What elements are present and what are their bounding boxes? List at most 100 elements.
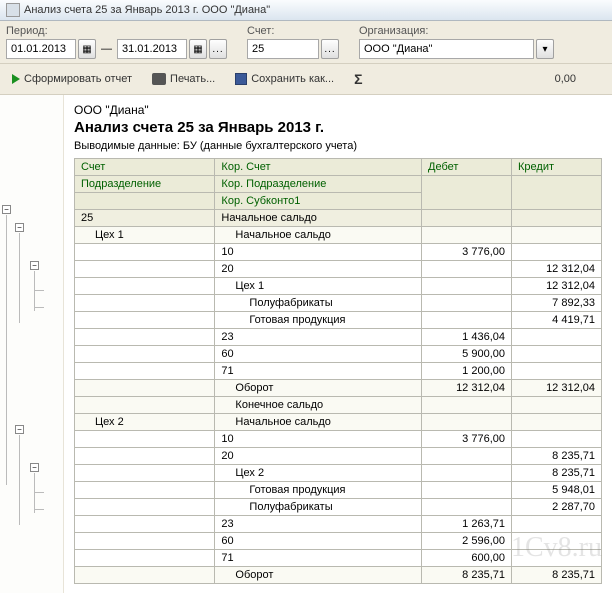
table-row[interactable]: Цех 2 8 235,71: [75, 465, 602, 482]
table-cell: [75, 363, 215, 380]
table-cell: [512, 244, 602, 261]
table-cell: Цех 2: [75, 414, 215, 431]
tree-toggle[interactable]: −: [30, 261, 39, 270]
table-cell: Начальное сальдо: [215, 414, 422, 431]
table-cell: [75, 380, 215, 397]
table-cell: [512, 329, 602, 346]
table-cell: Полуфабрикаты: [215, 499, 422, 516]
table-row[interactable]: 103 776,00: [75, 244, 602, 261]
save-as-button[interactable]: Сохранить как...: [229, 70, 340, 88]
print-icon: [152, 73, 166, 85]
table-row[interactable]: 231 263,71: [75, 516, 602, 533]
table-cell: Цех 1: [75, 227, 215, 244]
table-row[interactable]: 602 596,00: [75, 533, 602, 550]
org-dropdown[interactable]: ▾: [536, 39, 554, 59]
table-cell: 12 312,04: [422, 380, 512, 397]
table-row[interactable]: 103 776,00: [75, 431, 602, 448]
table-row[interactable]: 25Начальное сальдо: [75, 210, 602, 227]
period-ellipsis[interactable]: ...: [209, 39, 227, 59]
toolbar: Сформировать отчет Печать... Сохранить к…: [0, 64, 612, 95]
table-row[interactable]: 605 900,00: [75, 346, 602, 363]
print-button[interactable]: Печать...: [146, 70, 221, 88]
col-account: Счет: [75, 159, 215, 176]
table-row[interactable]: Готовая продукция4 419,71: [75, 312, 602, 329]
table-cell: Цех 2: [215, 465, 422, 482]
table-cell: Оборот: [215, 380, 422, 397]
table-cell: [512, 550, 602, 567]
table-cell: [422, 499, 512, 516]
org-input[interactable]: [359, 39, 534, 59]
table-cell: [512, 397, 602, 414]
table-cell: 8 235,71: [422, 567, 512, 584]
table-cell: [75, 261, 215, 278]
table-cell: [75, 295, 215, 312]
main-area: − − − − − ООО "Диана" Анализ счета 25 за…: [0, 95, 612, 593]
period-label: Период:: [6, 25, 227, 37]
table-row[interactable]: Цех 112 312,04: [75, 278, 602, 295]
sigma-icon: Σ: [354, 71, 362, 87]
tree-toggle[interactable]: −: [15, 223, 24, 232]
table-cell: 10: [215, 244, 422, 261]
table-cell: [512, 431, 602, 448]
table-cell: [512, 414, 602, 431]
period-filter: Период: ▦ — ▦ ...: [6, 25, 227, 59]
table-cell: Начальное сальдо: [215, 210, 422, 227]
date-to-calendar[interactable]: ▦: [189, 39, 207, 59]
table-row[interactable]: Полуфабрикаты7 892,33: [75, 295, 602, 312]
play-icon: [12, 74, 20, 84]
table-cell: [75, 465, 215, 482]
table-cell: 8 235,71: [512, 567, 602, 584]
table-row[interactable]: Конечное сальдо: [75, 397, 602, 414]
sigma-button[interactable]: Σ: [348, 68, 368, 90]
table-cell: 8 235,71: [512, 465, 602, 482]
account-filter: Счет: ...: [247, 25, 339, 59]
table-cell: [75, 244, 215, 261]
table-cell: Начальное сальдо: [215, 227, 422, 244]
table-cell: [75, 567, 215, 584]
table-row[interactable]: 711 200,00: [75, 363, 602, 380]
table-row[interactable]: Готовая продукция5 948,01: [75, 482, 602, 499]
tree-toggle[interactable]: −: [30, 463, 39, 472]
table-cell: [75, 550, 215, 567]
table-cell: [75, 278, 215, 295]
tree-toggle[interactable]: −: [2, 205, 11, 214]
table-row[interactable]: 231 436,04: [75, 329, 602, 346]
table-row[interactable]: Оборот12 312,0412 312,04: [75, 380, 602, 397]
table-row[interactable]: 208 235,71: [75, 448, 602, 465]
table-row[interactable]: Оборот8 235,718 235,71: [75, 567, 602, 584]
col-credit: Кредит: [512, 159, 602, 176]
account-label: Счет:: [247, 25, 339, 37]
table-row[interactable]: 2012 312,04: [75, 261, 602, 278]
table-cell: 71: [215, 550, 422, 567]
generate-label: Сформировать отчет: [24, 73, 132, 85]
table-cell: [512, 363, 602, 380]
window-title-bar: Анализ счета 25 за Январь 2013 г. ООО "Д…: [0, 0, 612, 21]
save-label: Сохранить как...: [251, 73, 334, 85]
table-cell: [75, 482, 215, 499]
table-cell: Конечное сальдо: [215, 397, 422, 414]
table-row[interactable]: Цех 2Начальное сальдо: [75, 414, 602, 431]
table-cell: [512, 346, 602, 363]
col-debit: Дебет: [422, 159, 512, 176]
tree-toggle[interactable]: −: [15, 425, 24, 434]
save-icon: [235, 73, 247, 85]
table-row[interactable]: 71600,00: [75, 550, 602, 567]
table-cell: 20: [215, 261, 422, 278]
table-cell: 60: [215, 533, 422, 550]
table-cell: [512, 227, 602, 244]
table-row[interactable]: Полуфабрикаты2 287,70: [75, 499, 602, 516]
date-to-input[interactable]: [117, 39, 187, 59]
account-input[interactable]: [247, 39, 319, 59]
tree-gutter: − − − − −: [0, 95, 64, 593]
table-cell: [75, 312, 215, 329]
table-cell: [422, 312, 512, 329]
table-row[interactable]: Цех 1Начальное сальдо: [75, 227, 602, 244]
account-ellipsis[interactable]: ...: [321, 39, 339, 59]
date-from-calendar[interactable]: ▦: [78, 39, 96, 59]
filter-bar: Период: ▦ — ▦ ... Счет: ... Организация:…: [0, 21, 612, 64]
generate-report-button[interactable]: Сформировать отчет: [6, 70, 138, 88]
report-subtitle: Выводимые данные: БУ (данные бухгалтерск…: [74, 140, 602, 152]
date-from-input[interactable]: [6, 39, 76, 59]
table-cell: [422, 448, 512, 465]
table-cell: [512, 210, 602, 227]
